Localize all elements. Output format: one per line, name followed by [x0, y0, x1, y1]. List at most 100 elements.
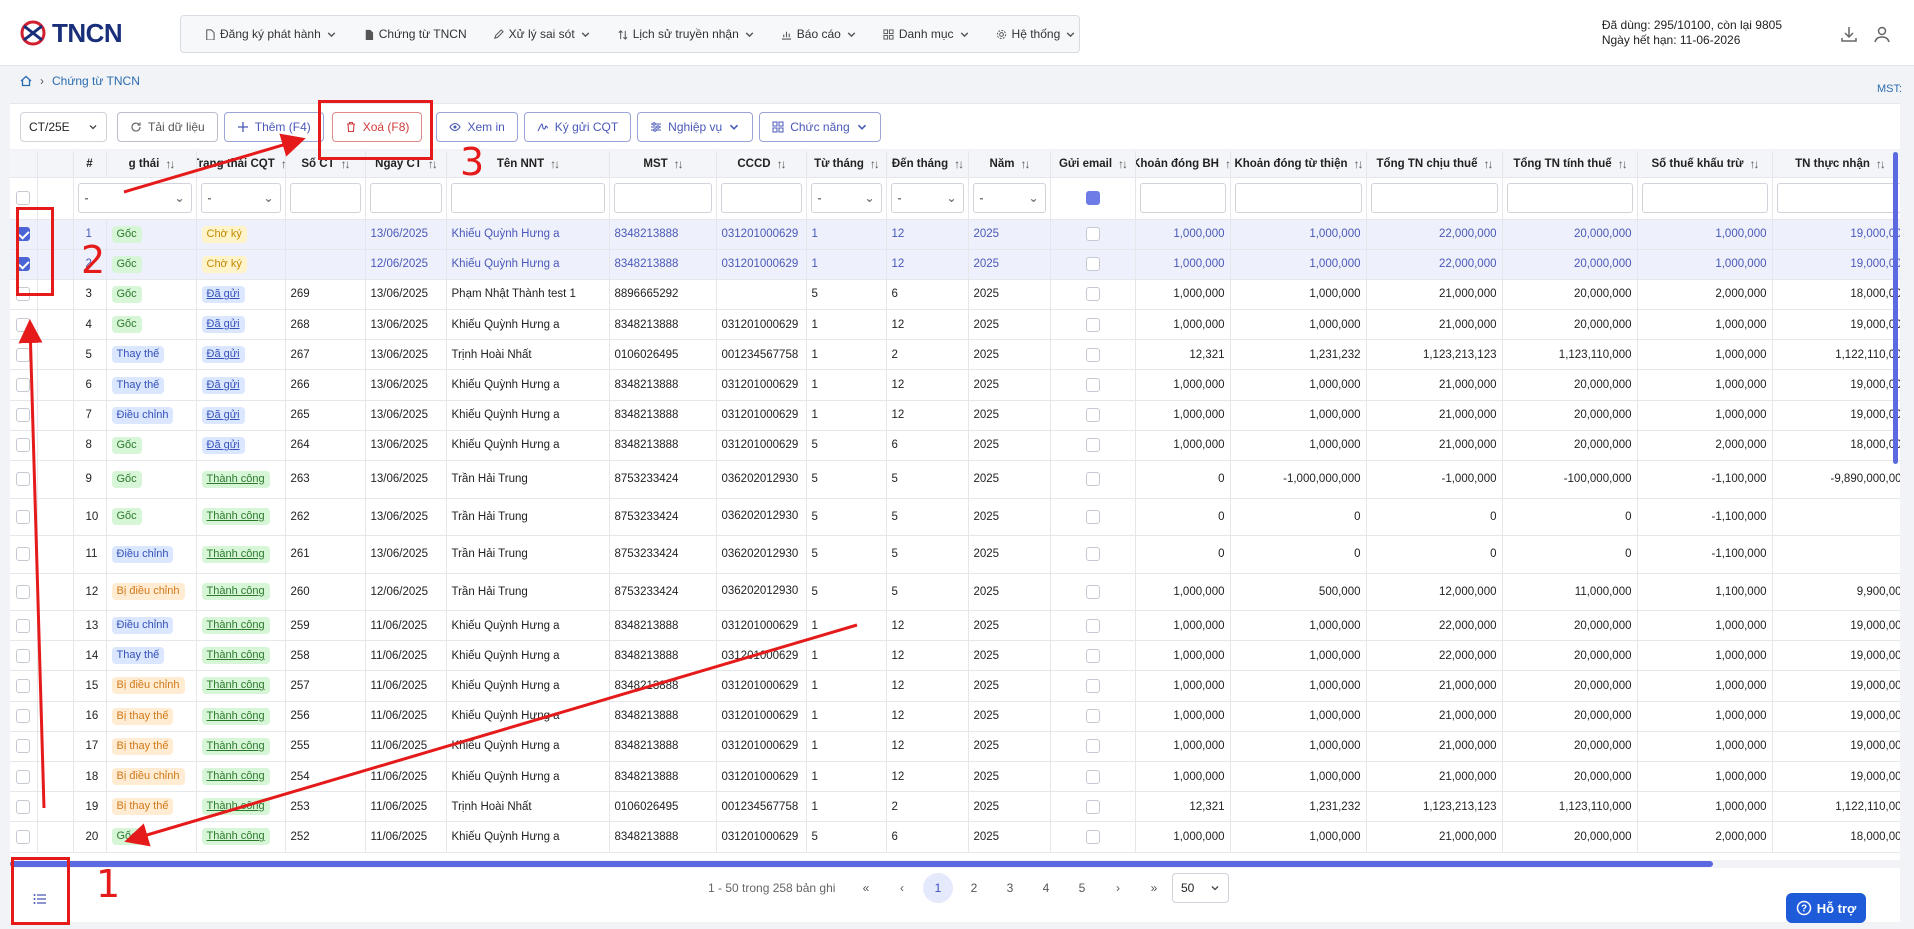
menu-item-6[interactable]: Hệ thống: [983, 27, 1090, 41]
col-khoan-bh[interactable]: Khoản đóng BH ↑↓: [1135, 151, 1231, 178]
email-checkbox[interactable]: [1085, 547, 1100, 562]
logo[interactable]: TNCN: [18, 16, 123, 50]
cqt-status-badge[interactable]: Thành công: [201, 768, 270, 786]
email-checkbox[interactable]: [1085, 709, 1100, 724]
cqt-status-badge[interactable]: Đã gửi: [201, 316, 245, 334]
table-row[interactable]: 12 Bị điều chỉnh Thành công 260 12/06/2025 Tr…: [10, 573, 1900, 611]
page-button[interactable]: 5: [1064, 873, 1100, 903]
cqt-status-badge[interactable]: Chờ ký: [201, 225, 247, 243]
user-icon[interactable]: [1872, 24, 1892, 44]
cqt-status-badge[interactable]: Thành công: [201, 737, 270, 755]
page-button[interactable]: 2: [956, 873, 992, 903]
khau-tru-filter[interactable]: [1641, 183, 1768, 213]
row-checkbox[interactable]: [16, 769, 31, 784]
table-row[interactable]: 18 Bị điều chỉnh Thành công 254 11/06/2025 Kh…: [10, 761, 1900, 793]
page-button[interactable]: 4: [1028, 873, 1064, 903]
cqt-status-badge[interactable]: Thành công: [201, 545, 270, 563]
table-row[interactable]: 6 Thay thế Đã gửi 266 13/06/2025 Khiếu Quỳnh …: [10, 369, 1900, 401]
row-checkbox[interactable]: [16, 648, 31, 663]
sort-icon[interactable]: ↑↓: [1618, 157, 1628, 171]
cqt-status-badge[interactable]: Thành công: [201, 707, 270, 725]
cqt-filter[interactable]: - ⌄: [200, 183, 281, 213]
row-checkbox[interactable]: [16, 584, 31, 599]
status-filter[interactable]: - ⌄: [77, 183, 192, 213]
email-checkbox[interactable]: [1085, 678, 1100, 693]
email-checkbox[interactable]: [1085, 799, 1100, 814]
last-page-button[interactable]: »: [1136, 873, 1172, 903]
email-checkbox[interactable]: [1085, 347, 1100, 362]
view-print-button[interactable]: Xem in: [436, 111, 518, 142]
cqt-status-badge[interactable]: Đã gửi: [201, 285, 245, 303]
tu-thien-filter[interactable]: [1234, 183, 1362, 213]
sign-send-button[interactable]: Ký gửi CQT: [523, 111, 632, 142]
sort-icon[interactable]: ↑↓: [1483, 157, 1493, 171]
email-checkbox[interactable]: [1085, 378, 1100, 393]
email-checkbox[interactable]: [1085, 509, 1100, 524]
row-checkbox[interactable]: [16, 378, 31, 393]
den-thang-filter[interactable]: - ⌄: [890, 183, 964, 213]
page-button[interactable]: 3: [992, 873, 1028, 903]
sort-icon[interactable]: ↑↓: [165, 157, 175, 171]
row-checkbox[interactable]: [16, 317, 31, 332]
email-checkbox[interactable]: [1085, 769, 1100, 784]
email-checkbox[interactable]: [1085, 227, 1100, 242]
col-cccd[interactable]: CCCD ↑↓: [716, 151, 807, 178]
prev-page-button[interactable]: ‹: [884, 873, 920, 903]
table-row[interactable]: 3 Gốc Đã gửi 269 13/06/2025 Phạm Nhật Thành t…: [10, 279, 1900, 311]
select-all-checkbox[interactable]: [16, 191, 31, 205]
next-page-button[interactable]: ›: [1100, 873, 1136, 903]
table-row[interactable]: 14 Thay thế Thành công 258 11/06/2025 Khiếu Q…: [10, 640, 1900, 672]
col-tong-tinh-thue[interactable]: Tổng TN tính thuế ↑↓: [1502, 151, 1638, 178]
table-row[interactable]: 9 Gốc Thành công 263 13/06/2025 Trần Hải Trun…: [10, 460, 1900, 499]
col-status[interactable]: g thái ↑↓: [106, 151, 197, 178]
sort-icon[interactable]: ↑↓: [1354, 157, 1364, 171]
bh-filter[interactable]: [1139, 183, 1226, 213]
horizontal-scrollbar[interactable]: [10, 861, 1713, 867]
col-mst[interactable]: MST ↑↓: [609, 151, 717, 178]
so-ct-filter[interactable]: [289, 183, 361, 213]
mst-filter[interactable]: [613, 183, 712, 213]
row-checkbox[interactable]: [16, 547, 31, 562]
table-row[interactable]: 10 Gốc Thành công 262 13/06/2025 Trần Hải Tru…: [10, 498, 1900, 536]
cqt-status-badge[interactable]: Thành công: [201, 508, 270, 526]
row-checkbox[interactable]: [16, 472, 31, 487]
row-checkbox[interactable]: [16, 799, 31, 814]
email-checkbox[interactable]: [1085, 584, 1100, 599]
row-checkbox[interactable]: [16, 829, 31, 844]
email-checkbox[interactable]: [1085, 257, 1100, 272]
first-page-button[interactable]: «: [848, 873, 884, 903]
sort-icon[interactable]: ↑↓: [1118, 157, 1128, 171]
menu-item-0[interactable]: Đăng ký phát hành: [191, 27, 350, 41]
email-checkbox[interactable]: [1085, 739, 1100, 754]
page-size-select[interactable]: 50: [1172, 873, 1229, 903]
col-tong-chiu-thue[interactable]: Tổng TN chịu thuế ↑↓: [1366, 151, 1503, 178]
table-row[interactable]: 13 Điều chỉnh Thành công 259 11/06/2025 Khiếu…: [10, 610, 1900, 642]
cqt-status-badge[interactable]: Đã gửi: [201, 346, 245, 364]
thuc-nhan-filter[interactable]: [1776, 183, 1900, 213]
tinh-thue-filter[interactable]: [1506, 183, 1633, 213]
nam-filter[interactable]: - ⌄: [972, 183, 1046, 213]
cqt-status-badge[interactable]: Thành công: [201, 828, 270, 846]
sort-icon[interactable]: ↑↓: [550, 157, 560, 171]
sort-icon[interactable]: ↑↓: [281, 157, 284, 171]
cqt-status-badge[interactable]: Đã gửi: [201, 376, 245, 394]
table-row[interactable]: 15 Bị điều chỉnh Thành công 257 11/06/2025 Kh…: [10, 670, 1900, 702]
chiu-thue-filter[interactable]: [1370, 183, 1498, 213]
sort-icon[interactable]: ↑↓: [954, 157, 964, 171]
table-row[interactable]: 4 Gốc Đã gửi 268 13/06/2025 Khiếu Quỳnh Hưng …: [10, 309, 1900, 341]
sort-icon[interactable]: ↑↓: [870, 157, 880, 171]
row-checkbox[interactable]: [16, 618, 31, 633]
col-nam[interactable]: Năm ↑↓: [968, 151, 1051, 178]
col-cqt-status[interactable]: Trạng thái CQT ↑↓: [196, 151, 286, 178]
add-button[interactable]: Thêm (F4): [223, 111, 324, 142]
vertical-scrollbar[interactable]: [1893, 152, 1898, 464]
table-row[interactable]: 7 Điều chỉnh Đã gửi 265 13/06/2025 Khiếu Quỳn…: [10, 400, 1900, 431]
cccd-filter[interactable]: [720, 183, 802, 213]
cqt-status-badge[interactable]: Thành công: [201, 470, 270, 488]
menu-item-5[interactable]: Danh mục: [870, 27, 983, 41]
table-row[interactable]: 20 Gốc Thành công 252 11/06/2025 Khiếu Quỳnh …: [10, 821, 1900, 853]
col-tu-thang[interactable]: Từ tháng ↑↓: [806, 151, 887, 178]
home-icon[interactable]: [20, 75, 32, 87]
sort-icon[interactable]: ↑↓: [777, 157, 787, 171]
reload-button[interactable]: Tải dữ liệu: [117, 111, 218, 142]
